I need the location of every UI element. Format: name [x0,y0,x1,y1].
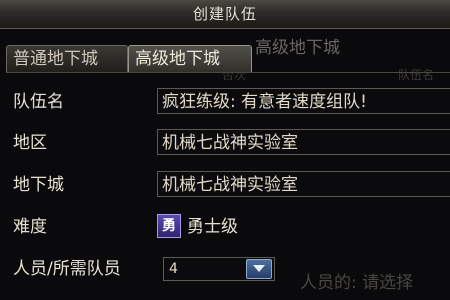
tab-advanced-dungeon[interactable]: 高级地下城 [128,45,252,73]
warrior-badge-icon: 勇 [157,214,181,238]
background-col-b: 队伍名 [398,68,435,82]
members-dropdown-button[interactable] [246,259,272,279]
difficulty-label: 难度 [13,217,47,237]
members-select[interactable]: 4 [163,257,275,281]
members-row: 人员/所需队员 4 [0,252,450,286]
chevron-down-icon [253,265,265,272]
tab-divider [6,72,450,73]
region-field[interactable]: 机械七战神实验室 [157,129,450,155]
members-label: 人员/所需队员 [13,259,121,279]
difficulty-value: 勇士级 [187,217,238,237]
dungeon-field[interactable]: 机械七战神实验室 [157,171,450,197]
party-name-row: 队伍名 疯狂练级: 有意者速度组队! [0,85,450,119]
dungeon-label: 地下城 [13,175,64,195]
region-row: 地区 机械七战神实验室 [0,126,450,160]
window-title-bar[interactable]: 创建队伍 [0,0,450,29]
party-name-input[interactable]: 疯狂练级: 有意者速度组队! [157,88,450,114]
window-title: 创建队伍 [192,5,257,23]
dungeon-row: 地下城 机械七战神实验室 [0,168,450,202]
members-value: 4 [169,261,178,277]
difficulty-row: 难度 勇 勇士级 [0,210,450,244]
background-header: 高级地下城 [255,38,340,58]
party-name-label: 队伍名 [13,92,64,112]
tab-normal-dungeon[interactable]: 普通地下城 [6,45,128,73]
region-label: 地区 [13,133,47,153]
